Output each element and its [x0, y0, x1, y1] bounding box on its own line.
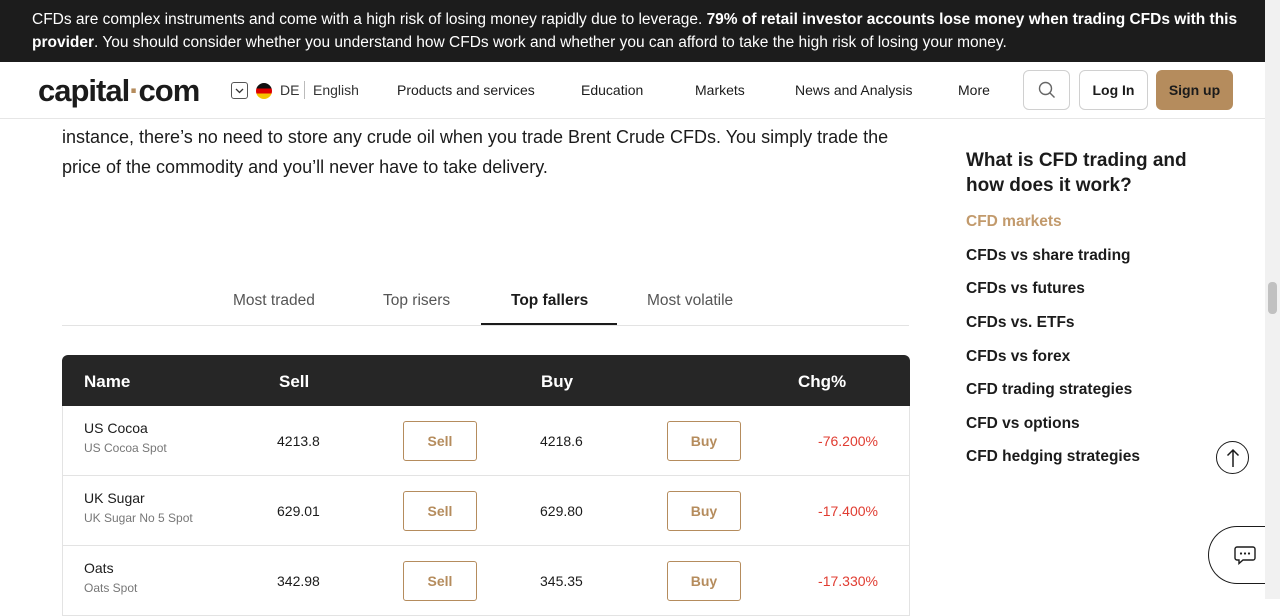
toc-cfds-vs-futures[interactable]: CFDs vs futures	[966, 280, 1085, 298]
buy-price: 4218.6	[540, 433, 583, 449]
logo-text-com: com	[138, 73, 201, 108]
nav-products-and-services[interactable]: Products and services	[397, 82, 535, 98]
header-name: Name	[84, 372, 131, 391]
table-row[interactable]: US Cocoa US Cocoa Spot 4213.8 Sell 4218.…	[62, 406, 910, 476]
table-row[interactable]: Oats Oats Spot 342.98 Sell 345.35 Buy -1…	[62, 546, 910, 616]
logo-text-capital: capital	[38, 73, 130, 108]
article-paragraph: instance, there’s no need to store any c…	[62, 127, 889, 177]
signup-button[interactable]: Sign up	[1156, 70, 1233, 110]
instrument-subtitle: US Cocoa Spot	[84, 441, 167, 455]
logo-dot: ·	[129, 73, 139, 108]
login-button[interactable]: Log In	[1079, 70, 1148, 110]
region-code[interactable]: DE	[280, 82, 299, 98]
buy-button[interactable]: Buy	[667, 561, 741, 601]
scroll-to-top-button[interactable]	[1216, 441, 1249, 474]
sell-price: 342.98	[277, 573, 320, 589]
tab-top-fallers[interactable]: Top fallers	[511, 292, 588, 310]
toc-cfds-vs-forex[interactable]: CFDs vs forex	[966, 348, 1070, 366]
germany-flag-icon	[256, 83, 272, 99]
instrument-name[interactable]: Oats	[84, 560, 114, 576]
search-icon	[1038, 81, 1055, 98]
buy-price: 345.35	[540, 573, 583, 589]
capital-com-logo[interactable]: capital·com	[38, 73, 201, 109]
page-scrollbar[interactable]	[1265, 0, 1280, 599]
sell-button[interactable]: Sell	[403, 561, 477, 601]
nav-markets[interactable]: Markets	[695, 82, 745, 98]
sell-price: 629.01	[277, 503, 320, 519]
table-header: Name Sell Buy Chg%	[62, 355, 910, 406]
sell-price: 4213.8	[277, 433, 320, 449]
change-percent: -17.330%	[818, 573, 878, 589]
buy-button[interactable]: Buy	[667, 421, 741, 461]
change-percent: -76.200%	[818, 433, 878, 449]
market-tabs: Most traded Top risers Top fallers Most …	[62, 284, 909, 326]
buy-button[interactable]: Buy	[667, 491, 741, 531]
instrument-name[interactable]: UK Sugar	[84, 490, 145, 506]
toc-cfd-markets[interactable]: CFD markets	[966, 213, 1062, 231]
tab-top-risers[interactable]: Top risers	[383, 292, 450, 310]
language-selector[interactable]: English	[313, 82, 359, 98]
toc-title: What is CFD trading and how does it work…	[966, 150, 1187, 196]
instrument-subtitle: UK Sugar No 5 Spot	[84, 511, 193, 525]
chat-bubble-icon	[1233, 546, 1256, 565]
instrument-subtitle: Oats Spot	[84, 581, 138, 595]
sell-button[interactable]: Sell	[403, 491, 477, 531]
toc-cfds-vs-share-trading[interactable]: CFDs vs share trading	[966, 247, 1131, 265]
header-chg: Chg%	[798, 372, 847, 391]
change-percent: -17.400%	[818, 503, 878, 519]
sell-button[interactable]: Sell	[403, 421, 477, 461]
toc-cfd-vs-options[interactable]: CFD vs options	[966, 415, 1080, 433]
nav-news-and-analysis[interactable]: News and Analysis	[795, 82, 913, 98]
header-sell: Sell	[279, 372, 310, 391]
tab-most-volatile[interactable]: Most volatile	[647, 292, 733, 310]
top-navigation: capital·com DE English Products and serv…	[0, 62, 1280, 119]
markets-table: Name Sell Buy Chg% US Cocoa US Cocoa Spo…	[62, 355, 910, 616]
instrument-name[interactable]: US Cocoa	[84, 420, 148, 436]
banner-text-start: CFDs are complex instruments and come wi…	[32, 11, 707, 28]
language-divider	[304, 81, 305, 99]
active-tab-indicator	[481, 323, 617, 325]
toc-cfd-hedging-strategies[interactable]: CFD hedging strategies	[966, 448, 1140, 466]
nav-education[interactable]: Education	[581, 82, 643, 98]
tab-most-traded[interactable]: Most traded	[233, 292, 315, 310]
toc-cfd-trading-strategies[interactable]: CFD trading strategies	[966, 381, 1132, 399]
arrow-up-icon	[1226, 448, 1239, 467]
scrollbar-thumb[interactable]	[1268, 282, 1277, 314]
search-button[interactable]	[1023, 70, 1070, 110]
buy-price: 629.80	[540, 503, 583, 519]
risk-warning-banner: CFDs are complex instruments and come wi…	[0, 0, 1280, 62]
banner-text-end: . You should consider whether you unders…	[94, 34, 1007, 51]
nav-more[interactable]: More	[958, 82, 990, 98]
header-buy: Buy	[541, 372, 574, 391]
toc-cfds-vs-etfs[interactable]: CFDs vs. ETFs	[966, 314, 1075, 332]
table-row[interactable]: UK Sugar UK Sugar No 5 Spot 629.01 Sell …	[62, 476, 910, 546]
chevron-down-icon[interactable]	[231, 82, 248, 99]
